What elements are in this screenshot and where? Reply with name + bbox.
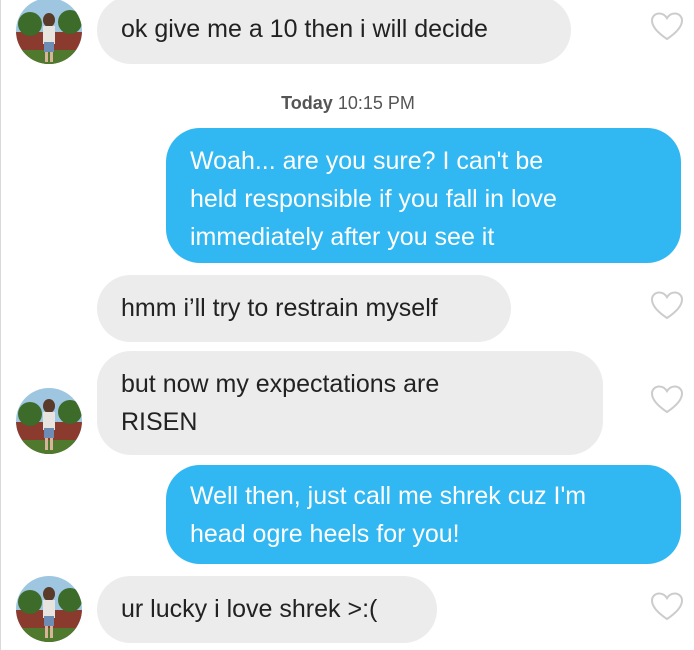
message-text: Well then, just call me shrek cuz I'm [190,482,587,510]
heart-outline-icon[interactable] [650,592,684,622]
message-text: immediately after you see it [190,223,495,251]
message-text: RISEN [121,408,198,436]
avatar[interactable] [16,576,82,642]
message-bubble-incoming[interactable]: hmm i’ll try to restrain myself [97,275,511,342]
heart-outline-icon[interactable] [650,291,684,321]
timestamp-day: Today [281,93,333,113]
avatar[interactable] [16,0,82,64]
message-text: ur lucky i love shrek >:( [121,595,378,623]
timestamp: Today 10:15 PM [1,93,694,114]
message-bubble-incoming[interactable]: ok give me a 10 then i will decide [97,0,571,64]
heart-outline-icon[interactable] [650,385,684,415]
message-text: Woah... are you sure? I can't be [190,147,544,175]
message-text: but now my expectations are [121,370,440,398]
message-text: held responsible if you fall in love [190,185,557,213]
message-text: head ogre heels for you! [190,520,460,548]
message-bubble-incoming[interactable]: but now my expectations are RISEN [97,351,603,455]
message-bubble-outgoing[interactable]: Woah... are you sure? I can't be held re… [166,128,681,263]
avatar[interactable] [16,388,82,454]
message-bubble-outgoing[interactable]: Well then, just call me shrek cuz I'm he… [166,465,681,564]
message-text: ok give me a 10 then i will decide [121,15,488,43]
message-bubble-incoming[interactable]: ur lucky i love shrek >:( [97,576,437,643]
timestamp-time: 10:15 PM [337,93,415,113]
heart-outline-icon[interactable] [650,12,684,42]
message-text: hmm i’ll try to restrain myself [121,294,438,322]
